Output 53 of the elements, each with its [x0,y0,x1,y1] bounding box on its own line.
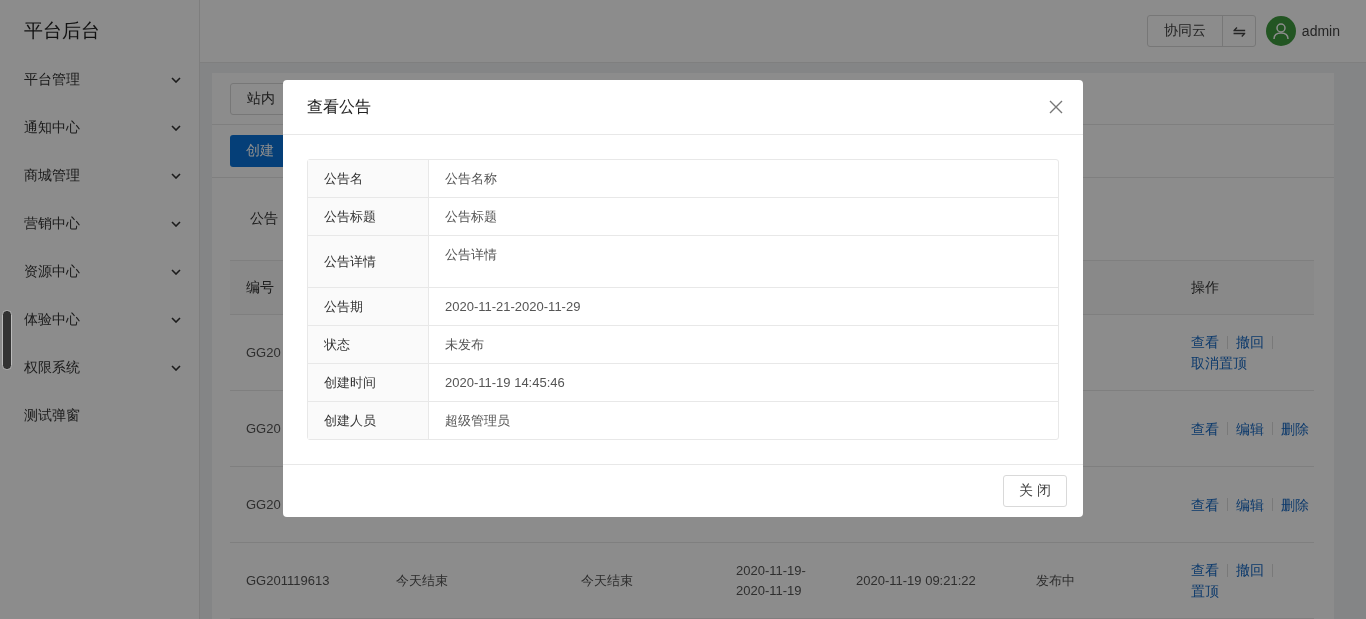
table-cell-text: 2020-11-19 09:21:22 [856,571,976,590]
column-header: 操作 [1191,278,1219,297]
field-label: 公告标题 [324,207,376,226]
action-link[interactable]: 编辑 [1236,494,1264,515]
field-label: 公告期 [324,297,363,316]
sidebar-item[interactable]: 商城管理 [0,152,199,200]
table-cell-text: 2020-11-19- 2020-11-19 [736,561,806,600]
field-label: 状态 [324,335,350,354]
table-cell-text: GG201119613 [246,571,330,590]
action-link[interactable]: 查看 [1191,560,1219,580]
app-title: 平台后台 [23,19,101,43]
field-value: 公告详情 [445,246,497,264]
action-link[interactable]: 编辑 [1236,418,1264,439]
sidebar-item[interactable]: 通知中心 [0,104,199,152]
dialog-title: 查看公告 [307,96,371,117]
column-header: 编号 [246,278,274,297]
field-label: 公告详情 [324,252,376,271]
table-cell-text: 今天结束 [581,571,633,590]
avatar-icon[interactable] [1265,16,1296,46]
field-value: 2020-11-19 14:45:46 [445,375,565,390]
action-link[interactable]: 取消置顶 [1191,353,1247,373]
table-cell-text: GG20 [246,343,281,362]
sidebar-item[interactable]: 营销中心 [0,200,199,248]
field-label: 公告名 [324,169,363,188]
field-value: 超级管理员 [445,411,510,430]
sidebar-item[interactable]: 平台管理 [0,56,199,104]
sidebar-item[interactable]: 测试弹窗 [0,392,199,440]
action-link[interactable]: 删除 [1281,418,1309,439]
field-value: 2020-11-21-2020-11-29 [445,299,581,314]
action-link[interactable]: 置顶 [1191,581,1219,601]
user-name[interactable]: admin [1301,23,1340,39]
field-value: 公告标题 [445,207,497,226]
action-link[interactable]: 撤回 [1236,560,1264,580]
table-cell-text: GG20 [246,495,281,514]
table-cell-text: 发布中 [1036,571,1075,590]
field-value: 公告名称 [445,169,497,188]
table-cell-text: 今天结束 [396,571,448,590]
field-label: 创建时间 [324,373,376,392]
level-meter-icon [2,310,12,370]
sidebar-item[interactable]: 资源中心 [0,248,199,296]
action-link[interactable]: 撤回 [1236,332,1264,352]
field-label: 创建人员 [324,411,376,430]
close-icon[interactable] [1049,100,1063,114]
action-link[interactable]: 删除 [1281,494,1309,515]
action-link[interactable]: 查看 [1191,332,1219,352]
field-value: 未发布 [445,335,484,354]
switch-button[interactable]: ⇋ [1222,16,1255,46]
close-button[interactable]: 关 闭 [1003,475,1067,507]
filter-label: 公告 [250,210,278,228]
org-button[interactable]: 协同云 [1148,16,1223,46]
action-link[interactable]: 查看 [1191,494,1219,515]
action-link[interactable]: 查看 [1191,418,1219,439]
table-cell-text: GG20 [246,419,281,438]
